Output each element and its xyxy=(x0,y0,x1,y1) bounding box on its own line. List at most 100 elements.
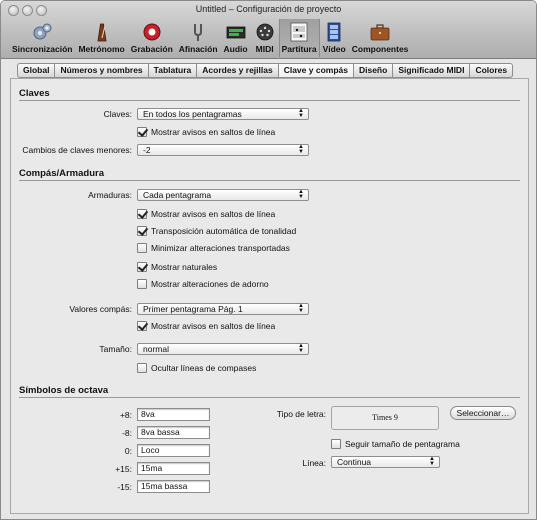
toolbar-label: Metrónomo xyxy=(78,44,125,54)
octave-minus15-field[interactable]: 15ma bassa xyxy=(137,480,210,493)
select-font-button[interactable]: Seleccionar… xyxy=(450,406,516,420)
checkbox-box xyxy=(137,209,147,219)
checkbox-label: Mostrar naturales xyxy=(151,262,218,272)
popup-arrows-icon: ▲ ▼ xyxy=(298,303,304,314)
toolbar-label: Vídeo xyxy=(322,44,346,54)
hide-bar-lines-checkbox[interactable]: Ocultar líneas de compases xyxy=(137,362,256,374)
minor-clef-changes-popup[interactable]: -2 ▲ ▼ xyxy=(137,144,309,156)
checkbox-box xyxy=(137,363,147,373)
tab-bar: Global Números y nombres Tablatura Acord… xyxy=(17,63,514,78)
checkbox-label: Ocultar líneas de compases xyxy=(151,363,257,373)
octave-zero-field[interactable]: Loco xyxy=(137,444,210,457)
briefcase-icon xyxy=(369,22,391,42)
toolbar-label: Componentes xyxy=(351,44,409,54)
minor-clef-changes-label: Cambios de claves menores: xyxy=(22,145,132,155)
section-divider xyxy=(19,180,520,181)
title-bar: Untitled – Configuración de proyecto Sin… xyxy=(1,1,536,59)
checkbox-label: Seguir tamaño de pentagrama xyxy=(345,439,460,449)
tab-significado-midi[interactable]: Significado MIDI xyxy=(392,63,470,78)
toolbar-audio[interactable]: Audio xyxy=(221,19,251,57)
checkbox-box xyxy=(331,439,341,449)
toolbar-metronomo[interactable]: Metrónomo xyxy=(75,19,127,57)
checkbox-label: Mostrar avisos en saltos de línea xyxy=(151,209,276,219)
window-title: Untitled – Configuración de proyecto xyxy=(195,4,342,14)
popup-arrows-icon: ▲ ▼ xyxy=(298,144,304,155)
toolbar-label: Afinación xyxy=(178,44,218,54)
tab-colores[interactable]: Colores xyxy=(469,63,514,78)
claves-popup-value: En todos los pentagramas xyxy=(143,109,242,119)
popup-arrows-icon: ▲ ▼ xyxy=(298,189,304,200)
minimize-transposed-accidentals-checkbox[interactable]: Minimizar alteraciones transportadas xyxy=(137,242,290,254)
armaduras-label: Armaduras: xyxy=(88,190,132,200)
size-popup-value: normal xyxy=(143,344,169,354)
octave-plus15-label: +15: xyxy=(115,464,132,474)
octave-plus8-field[interactable]: 8va xyxy=(137,408,210,421)
armaduras-warn-line-breaks-checkbox[interactable]: Mostrar avisos en saltos de línea xyxy=(137,208,275,220)
size-popup[interactable]: normal ▲ ▼ xyxy=(137,343,309,355)
toolbar-partitura[interactable]: Partitura xyxy=(278,19,320,57)
font-label: Tipo de letra: xyxy=(276,409,326,419)
tab-global[interactable]: Global xyxy=(17,63,55,78)
octave-plus15-field[interactable]: 15ma xyxy=(137,462,210,475)
section-divider xyxy=(19,397,520,398)
toolbar-midi[interactable]: MIDI xyxy=(251,19,279,57)
valores-warn-line-breaks-checkbox[interactable]: Mostrar avisos en saltos de línea xyxy=(137,320,275,332)
checkbox-label: Minimizar alteraciones transportadas xyxy=(151,243,290,253)
octave-minus8-field[interactable]: 8va bassa xyxy=(137,426,210,439)
checkbox-box xyxy=(137,226,147,236)
score-icon xyxy=(288,22,310,42)
tab-tablatura[interactable]: Tablatura xyxy=(147,63,197,78)
audio-meter-icon xyxy=(225,22,247,42)
claves-label: Claves: xyxy=(103,109,132,119)
toolbar-afinacion[interactable]: Afinación xyxy=(176,19,221,57)
midi-plug-icon xyxy=(254,22,276,42)
checkbox-box xyxy=(137,321,147,331)
tab-acordes-y-rejillas[interactable]: Acordes y rejillas xyxy=(196,63,278,78)
popup-arrows-icon: ▲ ▼ xyxy=(298,343,304,354)
claves-warn-line-breaks-checkbox[interactable]: Mostrar avisos en saltos de línea xyxy=(137,126,275,138)
toolbar-label: Sincronización xyxy=(12,44,73,54)
metronome-icon xyxy=(91,22,113,42)
toolbar-label: MIDI xyxy=(255,44,274,54)
size-label: Tamaño: xyxy=(99,344,132,354)
armaduras-popup[interactable]: Cada pentagrama ▲ ▼ xyxy=(137,189,309,201)
follow-staff-size-checkbox[interactable]: Seguir tamaño de pentagrama xyxy=(331,438,460,450)
toolbar-grabacion[interactable]: Grabación xyxy=(128,19,176,57)
checkbox-label: Mostrar avisos en saltos de línea xyxy=(151,127,276,137)
popup-arrows-icon: ▲ ▼ xyxy=(298,108,304,119)
checkbox-box xyxy=(137,127,147,137)
time-signature-values-popup[interactable]: Primer pentagrama Pág. 1 ▲ ▼ xyxy=(137,303,309,315)
film-icon xyxy=(323,22,345,42)
octave-zero-label: 0: xyxy=(124,446,132,456)
time-signature-values-label: Valores compás: xyxy=(69,304,132,314)
section-divider xyxy=(19,100,520,101)
line-style-popup[interactable]: Continua ▲ ▼ xyxy=(331,456,440,468)
toolbar-label: Grabación xyxy=(130,44,173,54)
auto-key-transposition-checkbox[interactable]: Transposición automática de tonalidad xyxy=(137,225,296,237)
tab-numeros-y-nombres[interactable]: Números y nombres xyxy=(54,63,148,78)
armaduras-popup-value: Cada pentagrama xyxy=(143,190,212,200)
octave-minus15-label: -15: xyxy=(117,482,132,492)
checkbox-box xyxy=(137,262,147,272)
font-preview: Times 9 xyxy=(331,406,439,430)
toolbar-video[interactable]: Vídeo xyxy=(320,19,349,57)
popup-arrows-icon: ▲ ▼ xyxy=(429,456,435,467)
toolbar-sincronizacion[interactable]: Sincronización xyxy=(9,19,75,57)
minor-clef-changes-value: -2 xyxy=(143,145,151,155)
toolbar-componentes[interactable]: Componentes xyxy=(349,19,412,57)
line-style-label: Línea: xyxy=(302,458,326,468)
show-courtesy-accidentals-checkbox[interactable]: Mostrar alteraciones de adorno xyxy=(137,278,269,290)
tab-clave-y-compas[interactable]: Clave y compás xyxy=(277,63,353,78)
checkbox-label: Mostrar avisos en saltos de línea xyxy=(151,321,276,331)
octave-plus8-label: +8: xyxy=(119,410,132,420)
time-signature-values-value: Primer pentagrama Pág. 1 xyxy=(143,304,243,314)
tuning-fork-icon xyxy=(187,22,209,42)
tab-diseno[interactable]: Diseño xyxy=(352,63,393,78)
line-style-popup-value: Continua xyxy=(337,457,372,467)
record-icon xyxy=(141,22,163,42)
claves-popup[interactable]: En todos los pentagramas ▲ ▼ xyxy=(137,108,309,120)
show-naturals-checkbox[interactable]: Mostrar naturales xyxy=(137,261,217,273)
section-title-compas-armadura: Compás/Armadura xyxy=(19,168,104,179)
octave-minus8-label: -8: xyxy=(122,428,132,438)
settings-panel: Claves Claves: En todos los pentagramas … xyxy=(10,78,529,514)
